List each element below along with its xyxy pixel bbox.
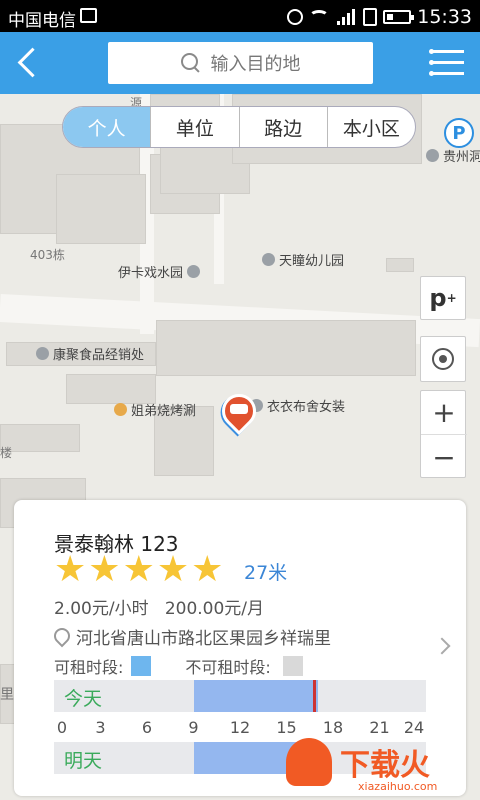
hour-tick-label: 12	[229, 718, 251, 737]
locate-button[interactable]	[420, 336, 466, 382]
poi-label: 康聚食品经销处	[53, 348, 145, 363]
poi-kangju[interactable]: 康聚食品经销处	[36, 344, 144, 363]
poi-icon	[262, 253, 275, 266]
parking-layer-sub: +	[446, 291, 457, 305]
parking-marker-icon[interactable]: P	[444, 118, 474, 148]
star-icon: ★	[191, 549, 224, 590]
tomorrow-label: 明天	[64, 750, 103, 772]
legend-available-label: 可租时段:	[54, 658, 124, 677]
search-input[interactable]: 输入目的地	[108, 42, 373, 84]
building	[56, 174, 146, 244]
hour-tick-label: 18	[322, 718, 344, 737]
poi-icon	[187, 265, 201, 278]
today-label: 今天	[64, 688, 103, 710]
tab-community[interactable]: 本小区	[326, 107, 415, 147]
wifi-icon	[309, 10, 330, 24]
star-icon: ★	[54, 549, 87, 590]
zoom-in-button[interactable]: +	[421, 391, 467, 435]
status-icons: 15:33	[287, 6, 472, 28]
poi-yika[interactable]: 伊卡戏水园	[118, 262, 201, 281]
poi-partial-label: 里	[0, 687, 14, 703]
tab-roadside[interactable]: 路边	[238, 107, 327, 147]
back-button[interactable]	[10, 44, 46, 82]
poi-tiantong[interactable]: 天瞳幼儿园	[262, 250, 344, 269]
search-icon	[180, 53, 201, 73]
hour-tick-label: 21	[369, 718, 390, 737]
tab-company[interactable]: 单位	[150, 107, 238, 147]
watermark-logo: 下载火 xiazaihuo.com	[282, 736, 480, 800]
price-info: 2.00元/小时 200.00元/月	[54, 594, 264, 619]
battery-icon	[383, 10, 415, 24]
hour-tick-label: 6	[141, 718, 153, 737]
rating-stars: ★ ★ ★ ★ ★	[54, 552, 223, 588]
zoom-out-button[interactable]: −	[421, 435, 467, 479]
locate-icon	[432, 348, 454, 370]
star-icon: ★	[88, 549, 121, 590]
hour-tick-label: 0	[56, 718, 68, 737]
watermark-text: 下载火	[340, 748, 430, 783]
building	[386, 258, 414, 272]
parking-layer-label: p	[429, 284, 447, 312]
image-icon	[80, 8, 97, 23]
menu-list-button[interactable]	[429, 48, 466, 78]
building-label: 403栋	[30, 248, 65, 262]
current-time-marker	[312, 680, 316, 712]
price-hour: 2.00元/小时	[54, 599, 149, 619]
star-icon: ★	[122, 549, 155, 590]
watermark-url: xiazaihuo.com	[358, 780, 438, 793]
location-pin-icon	[54, 628, 68, 646]
poi-jiedi[interactable]: 姐弟烧烤涮	[114, 400, 196, 419]
car-location-pin-icon[interactable]	[214, 386, 264, 436]
signal-icon	[335, 9, 357, 25]
fire-logo-icon	[286, 738, 332, 786]
hour-tick-label: 3	[95, 718, 106, 737]
address-text: 河北省唐山市路北区果园乡祥瑞里	[76, 629, 331, 649]
poi-icon	[426, 149, 439, 162]
app-header: 输入目的地	[0, 32, 480, 94]
zoom-controls: + −	[420, 390, 467, 479]
hour-tick-label: 15	[276, 718, 297, 737]
alarm-icon	[287, 9, 304, 25]
legend-unavailable-swatch	[282, 656, 303, 676]
search-placeholder: 输入目的地	[210, 54, 301, 75]
sim-icon	[363, 8, 378, 26]
poi-icon	[36, 347, 49, 360]
hour-tick-label: 24	[403, 718, 425, 737]
parking-layer-button[interactable]: p +	[420, 276, 466, 320]
carrier-label: 中国电信	[8, 11, 76, 31]
poi-guizhou[interactable]: 贵州洞	[426, 146, 480, 165]
timeline-today: 今天	[54, 680, 426, 712]
tab-personal[interactable]: 个人	[63, 107, 151, 147]
restaurant-icon	[114, 403, 127, 416]
chevron-right-icon[interactable]	[433, 637, 451, 655]
poi-label: 贵州洞	[443, 150, 480, 165]
address-row: 河北省唐山市路北区果园乡祥瑞里	[54, 624, 331, 649]
poi-yiyi[interactable]: 衣衣布舍女装	[250, 396, 345, 415]
poi-label: 天瞳幼儿园	[279, 254, 345, 269]
price-month: 200.00元/月	[164, 599, 265, 619]
legend-unavailable-label: 不可租时段:	[185, 658, 271, 677]
clock: 15:33	[417, 6, 472, 28]
distance-label: 27米	[244, 562, 288, 584]
building	[156, 320, 416, 376]
poi-label: 伊卡戏水园	[118, 266, 184, 281]
today-available-bar	[193, 680, 318, 712]
poi-label: 衣衣布舍女装	[267, 400, 346, 415]
hour-tick-label: 9	[188, 718, 199, 737]
hour-ticks: 0 3 6 9 12 15 18 21 24	[54, 718, 426, 738]
rent-legend: 可租时段: 不可租时段:	[54, 654, 303, 678]
legend-available-swatch	[131, 656, 152, 676]
poi-label: 姐弟烧烤涮	[131, 404, 197, 419]
status-bar: 中国电信 15:33	[0, 0, 480, 32]
poi-partial-label: 楼	[0, 446, 13, 460]
parking-type-tabs: 个人 单位 路边 本小区	[62, 106, 416, 148]
star-icon: ★	[156, 549, 190, 590]
